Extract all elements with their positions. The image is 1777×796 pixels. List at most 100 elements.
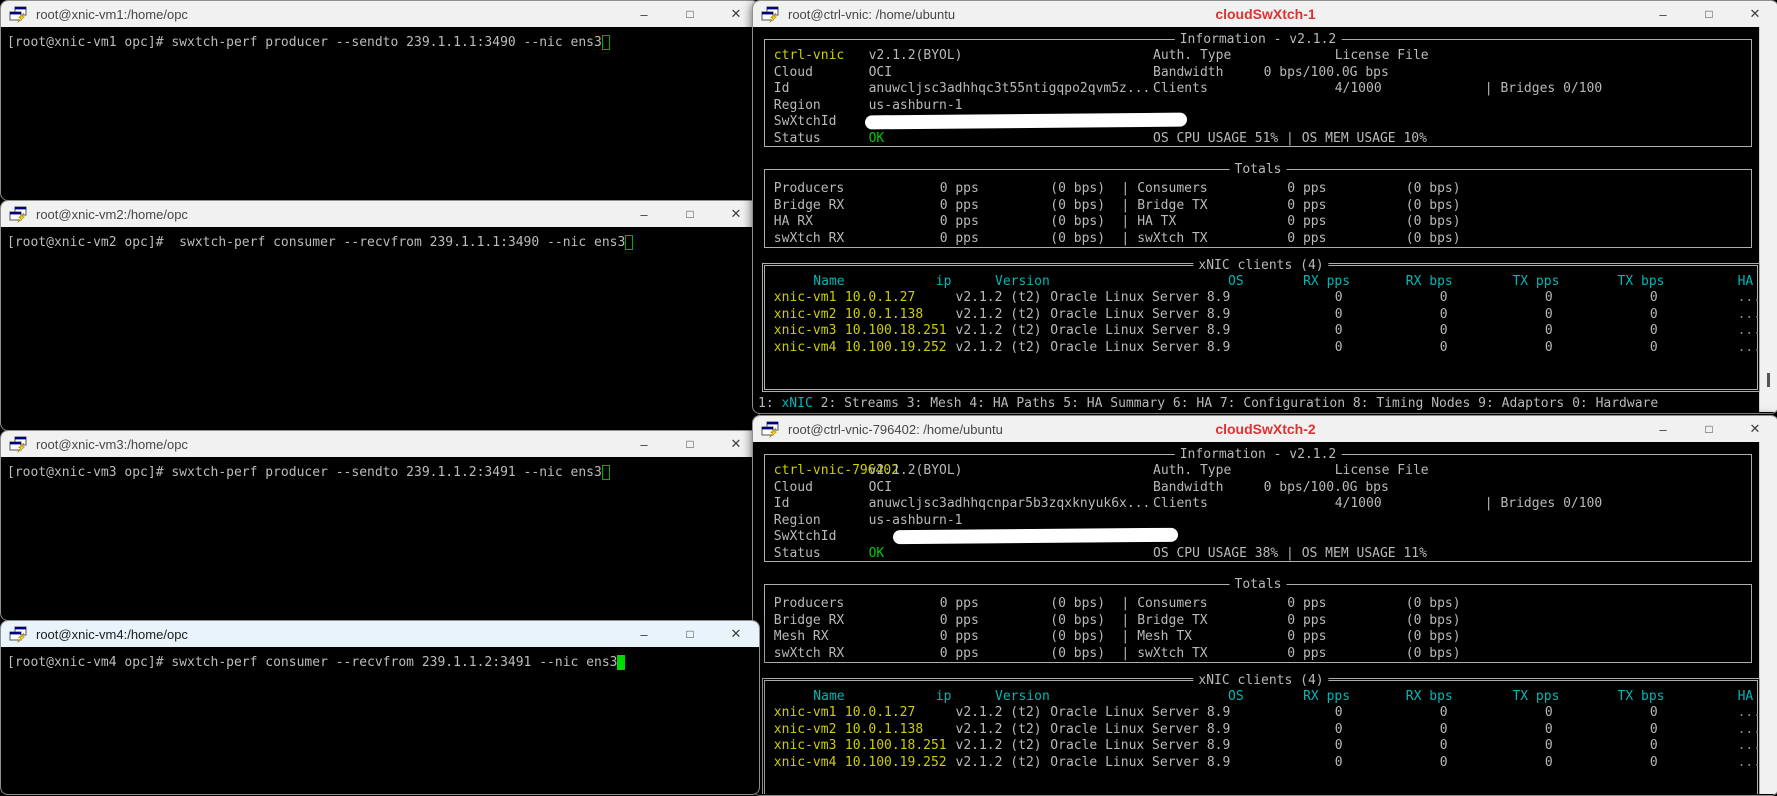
- minimize-button[interactable]: –: [1640, 1, 1686, 27]
- menu-item-timing-nodes: Timing Nodes: [1376, 396, 1470, 411]
- client-name: xnic-vm2: [774, 723, 837, 737]
- menu-key: 5:: [1055, 396, 1086, 411]
- close-button[interactable]: ✕: [1732, 416, 1777, 442]
- putty-icon[interactable]: [9, 436, 28, 453]
- totals-row-2-totals-label: Mesh RX: [774, 630, 829, 644]
- client-ha: ...: [1738, 324, 1761, 338]
- totals-row-0-totals-pps: 0 pps: [1287, 182, 1326, 196]
- terminal-content[interactable]: [root@xnic-vm2 opc]# swxtch-perf consume…: [2, 227, 758, 429]
- totals-row-2-totals-bps: (0 bps): [1406, 215, 1461, 229]
- terminal-content[interactable]: [root@xnic-vm3 opc]# swxtch-perf produce…: [2, 457, 758, 619]
- client-col-header: HA: [1738, 690, 1754, 704]
- putty-icon[interactable]: [9, 6, 28, 23]
- client-os: Oracle Linux Server 8.9: [1050, 324, 1230, 338]
- totals-row-2-totals-label: Mesh TX: [1137, 630, 1192, 644]
- client-metric: 0: [1545, 291, 1553, 305]
- swxtch-top-dashboard[interactable]: Information - v2.1.2ctrl-vnic-796402v2.1…: [754, 442, 1777, 794]
- id-value: anuwcljsc3adhhqcnpar5b3zqxknyuk6x...: [869, 497, 1151, 511]
- client-ip: 10.0.1.27: [845, 706, 915, 720]
- bandwidth-label: Bandwidth: [1153, 66, 1223, 80]
- maximize-button[interactable]: □: [1686, 1, 1732, 27]
- titlebar[interactable]: root@ctrl-vnic: /home/ubuntu cloudSwXtch…: [753, 1, 1777, 27]
- totals-row-1-totals-label: Bridge RX: [774, 199, 844, 213]
- region-value: us-ashburn-1: [869, 99, 963, 113]
- window-title: root@ctrl-vnic-796402: /home/ubuntu: [788, 422, 1003, 437]
- client-ha: ...: [1738, 739, 1761, 753]
- close-button[interactable]: ✕: [713, 621, 759, 647]
- putty-icon[interactable]: [9, 206, 28, 223]
- maximize-button[interactable]: □: [667, 431, 713, 457]
- scrollbar-thumb[interactable]: [1767, 373, 1770, 387]
- auth-type-label: Auth. Type: [1153, 464, 1231, 478]
- titlebar[interactable]: root@xnic-vm3:/home/opc – □ ✕: [1, 431, 759, 457]
- menu-key: 2:: [813, 396, 844, 411]
- titlebar[interactable]: root@xnic-vm2:/home/opc – □ ✕: [1, 201, 759, 227]
- client-col-header: TX bps: [1618, 275, 1665, 289]
- version: v2.1.2(BYOL): [869, 49, 963, 63]
- totals-row-3-totals-separator: |: [1121, 232, 1129, 246]
- client-metric: 0: [1650, 739, 1658, 753]
- totals-row-2-totals-pps: 0 pps: [940, 215, 979, 229]
- client-ip: 10.0.1.27: [845, 291, 915, 305]
- menu-item-mesh: Mesh: [930, 396, 961, 411]
- minimize-button[interactable]: –: [621, 201, 667, 227]
- close-button[interactable]: ✕: [1732, 1, 1777, 27]
- totals-row-0-totals-bps: (0 bps): [1050, 182, 1105, 196]
- swxtch-top-dashboard[interactable]: Information - v2.1.2ctrl-vnicv2.1.2(BYOL…: [754, 27, 1777, 412]
- clients-value: 4/1000: [1335, 497, 1382, 511]
- client-metric: 0: [1650, 291, 1658, 305]
- window-title: root@xnic-vm1:/home/opc: [36, 7, 188, 22]
- totals-row-3-totals-bps: (0 bps): [1050, 232, 1105, 246]
- scrollbar[interactable]: [1759, 27, 1777, 412]
- client-os: Oracle Linux Server 8.9: [1050, 756, 1230, 770]
- bridges-value: | Bridges 0/100: [1485, 82, 1602, 96]
- license-file-label: License File: [1335, 464, 1429, 478]
- command-text: [root@xnic-vm3 opc]# swxtch-perf produce…: [7, 465, 602, 480]
- command-text: [root@xnic-vm1 opc]# swxtch-perf produce…: [7, 35, 602, 50]
- client-ip: 10.0.1.138: [845, 308, 923, 322]
- client-col-header: ip: [936, 690, 952, 704]
- os-usage: OS CPU USAGE 38% | OS MEM USAGE 11%: [1153, 547, 1427, 561]
- terminal-window-xnic-vm2: root@xnic-vm2:/home/opc – □ ✕ [root@xnic…: [0, 200, 760, 431]
- bandwidth-label: Bandwidth: [1153, 481, 1223, 495]
- maximize-button[interactable]: □: [667, 201, 713, 227]
- totals-box-header: Totals: [1230, 577, 1287, 592]
- terminal-content[interactable]: [root@xnic-vm1 opc]# swxtch-perf produce…: [2, 27, 758, 199]
- putty-icon[interactable]: [761, 421, 780, 438]
- totals-row-3-totals-bps: (0 bps): [1406, 647, 1461, 661]
- client-metric: 0: [1440, 341, 1448, 355]
- minimize-button[interactable]: –: [621, 621, 667, 647]
- minimize-button[interactable]: –: [621, 431, 667, 457]
- totals-row-3-totals-pps: 0 pps: [1287, 232, 1326, 246]
- maximize-button[interactable]: □: [667, 1, 713, 27]
- scrollbar[interactable]: [1759, 442, 1777, 794]
- titlebar[interactable]: root@xnic-vm1:/home/opc – □ ✕: [1, 1, 759, 27]
- menu-item-hardware: Hardware: [1596, 396, 1659, 411]
- minimize-button[interactable]: –: [621, 1, 667, 27]
- menu-key: 3:: [899, 396, 930, 411]
- client-metric: 0: [1545, 308, 1553, 322]
- client-ip: 10.100.18.251: [845, 739, 947, 753]
- titlebar[interactable]: root@xnic-vm4:/home/opc – □ ✕: [1, 621, 759, 647]
- totals-row-1-totals-bps: (0 bps): [1050, 614, 1105, 628]
- client-version: v2.1.2 (t2): [956, 756, 1042, 770]
- maximize-button[interactable]: □: [1686, 416, 1732, 442]
- id-label: Id: [774, 497, 790, 511]
- cloud-label: Cloud: [774, 481, 813, 495]
- command-text: [root@xnic-vm4 opc]# swxtch-perf consume…: [7, 655, 617, 670]
- client-os: Oracle Linux Server 8.9: [1050, 706, 1230, 720]
- status-ok-value: OK: [869, 132, 885, 146]
- terminal-content[interactable]: [root@xnic-vm4 opc]# swxtch-perf consume…: [2, 647, 758, 793]
- client-os: Oracle Linux Server 8.9: [1050, 723, 1230, 737]
- cloudswxtch-label: cloudSwXtch-1: [1215, 6, 1315, 22]
- titlebar[interactable]: root@ctrl-vnic-796402: /home/ubuntu clou…: [753, 416, 1777, 442]
- putty-icon[interactable]: [761, 6, 780, 23]
- client-col-header: Version: [995, 690, 1050, 704]
- maximize-button[interactable]: □: [667, 621, 713, 647]
- putty-icon[interactable]: [9, 626, 28, 643]
- minimize-button[interactable]: –: [1640, 416, 1686, 442]
- terminal-window-cloudswxtch-2: root@ctrl-vnic-796402: /home/ubuntu clou…: [752, 415, 1777, 796]
- client-name: xnic-vm1: [774, 706, 837, 720]
- version: v2.1.2(BYOL): [869, 464, 963, 478]
- client-col-header: Name: [813, 690, 844, 704]
